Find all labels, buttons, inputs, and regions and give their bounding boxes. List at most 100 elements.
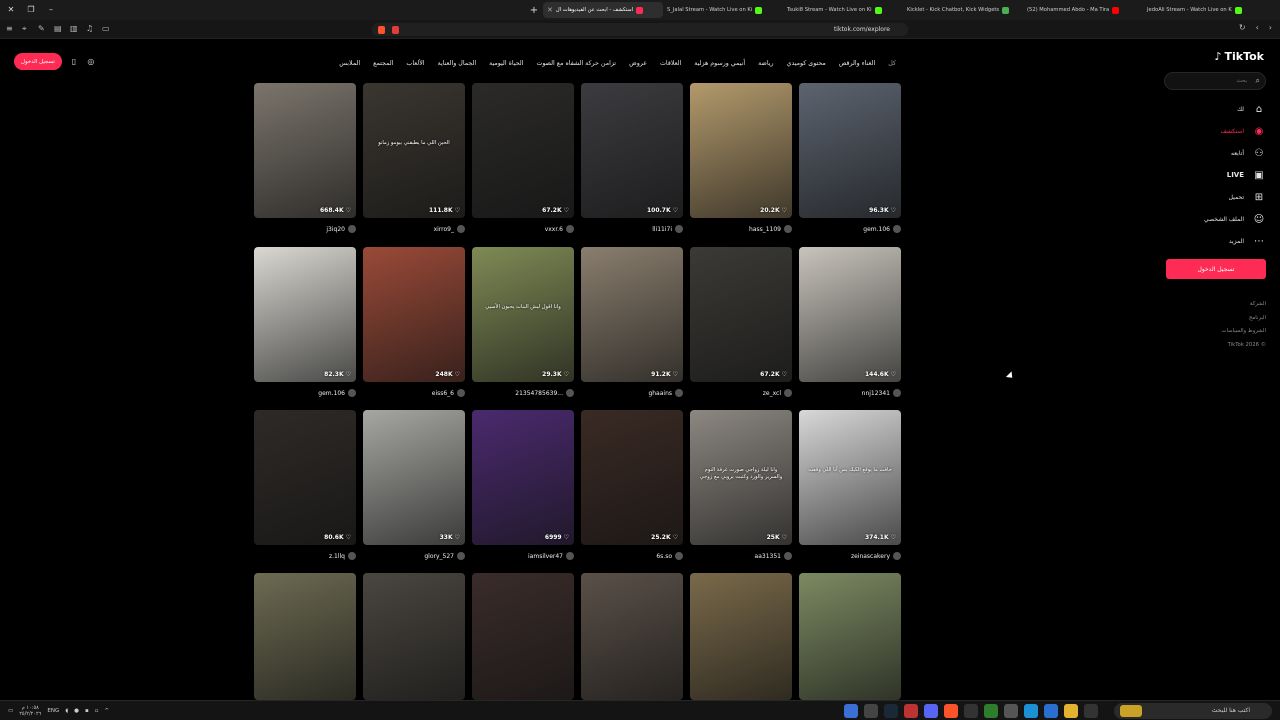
video-author[interactable]: xirro9_ xyxy=(434,223,465,235)
avatar[interactable] xyxy=(675,225,683,233)
avatar[interactable] xyxy=(893,389,901,397)
avatar[interactable] xyxy=(784,389,792,397)
avatar[interactable] xyxy=(348,552,356,560)
video-author[interactable]: z.1llq xyxy=(329,550,356,562)
footer-link[interactable]: البرنامج xyxy=(1222,312,1266,326)
menu-icon[interactable]: ≡ xyxy=(6,23,14,35)
sidebar-item[interactable]: المزيد ⋯ xyxy=(1204,230,1266,252)
brave-icon[interactable] xyxy=(378,25,385,34)
video-thumbnail[interactable]: 67.2K ♡ xyxy=(472,83,574,218)
video-thumbnail[interactable]: 668.4K ♡ xyxy=(254,83,356,218)
avatar[interactable] xyxy=(457,389,465,397)
video-thumbnail[interactable]: وانا ليلة زواجي صورت غرفة النوم والسرير … xyxy=(690,410,792,545)
author-username[interactable]: eiss6_6 xyxy=(432,390,454,397)
avatar[interactable] xyxy=(893,552,901,560)
minimize-icon[interactable]: – xyxy=(46,5,56,15)
video-author[interactable]: iamsilver47 xyxy=(528,550,574,562)
category-chip[interactable]: العلاقات xyxy=(660,60,681,67)
app-calculator-icon[interactable] xyxy=(864,704,878,718)
video-author[interactable]: aa31351 xyxy=(755,550,792,562)
app-discord-icon[interactable] xyxy=(924,704,938,718)
footer-link[interactable]: TikTok 2026 © xyxy=(1222,339,1266,353)
app-terminal-icon[interactable] xyxy=(964,704,978,718)
video-author[interactable]: vxxr.6 xyxy=(545,223,574,235)
category-chip[interactable]: الملابس xyxy=(339,60,360,67)
sidebar-login-button[interactable]: تسجيل الدخول xyxy=(1166,259,1266,279)
sidebar-item[interactable]: الملف الشخصي ☺ xyxy=(1204,208,1266,230)
back-icon[interactable]: ‹ xyxy=(1256,23,1259,32)
author-username[interactable]: ghaains xyxy=(648,390,672,397)
video-author[interactable]: lli11i7i xyxy=(652,223,683,235)
music-icon[interactable]: ♫ xyxy=(86,23,94,35)
sidebar-toggle-icon[interactable]: ▥ xyxy=(70,23,78,35)
video-thumbnail[interactable] xyxy=(690,573,792,700)
category-chip[interactable]: محتوى كوميدي xyxy=(787,60,826,67)
video-thumbnail[interactable] xyxy=(472,573,574,700)
taskbar-search-input[interactable]: اكتب هنا للبحث xyxy=(1212,707,1250,714)
sidebar-item[interactable]: استكشف ◉ xyxy=(1204,120,1266,142)
category-chip[interactable]: تزامن حركة الشفاه مع الصوت xyxy=(536,60,616,67)
device-icon[interactable]: ▯ xyxy=(69,57,79,66)
chevron-up-icon[interactable]: ^ xyxy=(104,708,109,714)
author-username[interactable]: iamsilver47 xyxy=(528,553,563,560)
video-thumbnail[interactable]: 96.3K ♡ xyxy=(799,83,901,218)
author-username[interactable]: nnj12341 xyxy=(862,390,890,397)
forward-icon[interactable]: › xyxy=(1269,23,1272,32)
video-thumbnail[interactable]: 80.6K ♡ xyxy=(254,410,356,545)
close-tab-icon[interactable]: ✕ xyxy=(547,6,553,14)
author-username[interactable]: gem.106 xyxy=(863,226,890,233)
video-thumbnail[interactable]: 33K ♡ xyxy=(363,410,465,545)
video-author[interactable]: hass_1109 xyxy=(749,223,792,235)
category-chip[interactable]: كل xyxy=(888,60,896,67)
author-username[interactable]: j3iq20 xyxy=(326,226,345,233)
category-chip[interactable]: الغناء والرقص xyxy=(839,60,875,67)
lang-indicator[interactable]: ENG xyxy=(47,708,59,714)
app-explorer-icon[interactable] xyxy=(1064,704,1078,718)
category-chip[interactable]: أنيمي ورسوم هزلية xyxy=(694,60,745,67)
sidebar-item[interactable]: LIVE ▣ xyxy=(1204,164,1266,186)
category-chip[interactable]: المجتمع xyxy=(373,60,393,67)
video-thumbnail[interactable] xyxy=(254,573,356,700)
video-thumbnail[interactable]: 6999 ♡ xyxy=(472,410,574,545)
avatar[interactable] xyxy=(784,225,792,233)
video-thumbnail[interactable]: 144.6K ♡ xyxy=(799,247,901,382)
sidebar-item[interactable]: أتابعه ⚇ xyxy=(1204,142,1266,164)
category-chip[interactable]: الألعاب xyxy=(406,60,424,67)
video-author[interactable]: gem.106 xyxy=(863,223,901,235)
video-author[interactable]: eiss6_6 xyxy=(432,387,465,399)
category-chip[interactable]: الحياة اليومية xyxy=(489,60,523,67)
url-text[interactable]: tiktok.com/explore xyxy=(834,26,890,33)
app-obs-icon[interactable] xyxy=(904,704,918,718)
footer-link[interactable]: الشروط والسياسات xyxy=(1222,325,1267,339)
video-thumbnail[interactable]: خافت ما يوقع الكيك بس أنا اللي وقعت 374.1… xyxy=(799,410,901,545)
browser-tab[interactable]: Tsuki8 Stream - Watch Live on Ki xyxy=(783,2,903,18)
avatar[interactable] xyxy=(348,389,356,397)
video-author[interactable]: ze_xcl xyxy=(763,387,792,399)
settings-icon[interactable]: ◎ xyxy=(86,57,96,66)
browser-tab[interactable]: JedoAli Stream - Watch Live on K xyxy=(1143,2,1263,18)
avatar[interactable] xyxy=(566,225,574,233)
author-username[interactable]: 21354785639... xyxy=(515,390,563,397)
video-thumbnail[interactable]: 91.2K ♡ xyxy=(581,247,683,382)
notification-icon[interactable]: ▭ xyxy=(8,708,13,714)
pin-icon[interactable]: ⌖ xyxy=(22,23,30,35)
video-author[interactable]: glory_527 xyxy=(424,550,465,562)
author-username[interactable]: xirro9_ xyxy=(434,226,454,233)
app-excel-icon[interactable] xyxy=(984,704,998,718)
video-thumbnail[interactable]: 67.2K ♡ xyxy=(690,247,792,382)
app-brave-icon[interactable] xyxy=(944,704,958,718)
video-author[interactable]: nnj12341 xyxy=(862,387,901,399)
address-field[interactable]: tiktok.com/explore xyxy=(372,23,908,36)
video-author[interactable]: gem.106 xyxy=(318,387,356,399)
video-thumbnail[interactable]: 100.7K ♡ xyxy=(581,83,683,218)
search-box[interactable]: بحث ⌕ xyxy=(1164,72,1266,90)
mic-icon[interactable]: ● xyxy=(74,708,79,714)
header-login-button[interactable]: تسجيل الدخول xyxy=(14,53,62,70)
video-thumbnail[interactable] xyxy=(581,573,683,700)
sidebar-item[interactable]: تحميل ⊞ xyxy=(1204,186,1266,208)
video-thumbnail[interactable]: 20.2K ♡ xyxy=(690,83,792,218)
close-window-icon[interactable]: ✕ xyxy=(6,5,16,15)
author-username[interactable]: hass_1109 xyxy=(749,226,781,233)
footer-link[interactable]: الشركة xyxy=(1222,298,1266,312)
avatar[interactable] xyxy=(675,552,683,560)
